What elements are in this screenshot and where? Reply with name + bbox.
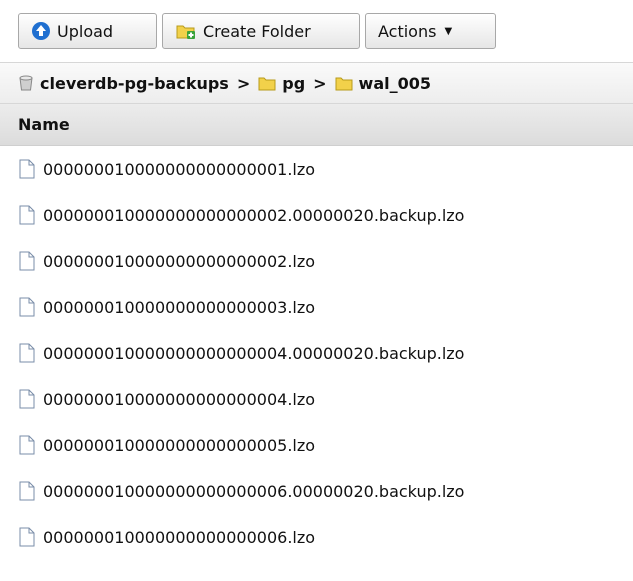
- upload-label: Upload: [57, 21, 114, 41]
- file-row[interactable]: 000000010000000000000002.lzo: [0, 238, 633, 284]
- file-row[interactable]: 000000010000000000000005.lzo: [0, 422, 633, 468]
- file-icon: [19, 343, 35, 363]
- file-name: 000000010000000000000003.lzo: [43, 297, 316, 317]
- create-folder-label: Create Folder: [203, 21, 311, 41]
- file-name: 000000010000000000000005.lzo: [43, 435, 316, 455]
- breadcrumb-folder-pg[interactable]: pg: [282, 74, 305, 93]
- toolbar: Upload Create Folder Actions ▼: [0, 0, 633, 62]
- breadcrumb-bucket[interactable]: cleverdb-pg-backups: [40, 74, 229, 93]
- bucket-icon: [18, 74, 34, 92]
- file-name: 000000010000000000000004.00000020.backup…: [43, 343, 465, 363]
- file-name: 000000010000000000000006.lzo: [43, 527, 316, 547]
- breadcrumb-separator: >: [236, 73, 251, 93]
- file-row[interactable]: 000000010000000000000006.lzo: [0, 514, 633, 560]
- file-icon: [19, 527, 35, 547]
- file-icon: [19, 389, 35, 409]
- upload-button[interactable]: Upload: [18, 13, 157, 49]
- create-folder-button[interactable]: Create Folder: [162, 13, 360, 49]
- file-name: 000000010000000000000002.00000020.backup…: [43, 205, 465, 225]
- file-row[interactable]: 000000010000000000000004.lzo: [0, 376, 633, 422]
- file-icon: [19, 481, 35, 501]
- caret-down-icon: ▼: [444, 25, 453, 37]
- add-folder-icon: [175, 21, 197, 41]
- file-icon: [19, 205, 35, 225]
- file-row[interactable]: 000000010000000000000001.lzo: [0, 146, 633, 192]
- folder-icon: [258, 75, 276, 91]
- file-row[interactable]: 000000010000000000000002.00000020.backup…: [0, 192, 633, 238]
- file-name: 000000010000000000000004.lzo: [43, 389, 316, 409]
- file-icon: [19, 435, 35, 455]
- file-icon: [19, 251, 35, 271]
- breadcrumb: cleverdb-pg-backups > pg > wal_005: [0, 62, 633, 104]
- breadcrumb-folder-wal[interactable]: wal_005: [359, 74, 431, 93]
- file-name: 000000010000000000000002.lzo: [43, 251, 316, 271]
- file-icon: [19, 159, 35, 179]
- file-list: 000000010000000000000001.lzo 00000001000…: [0, 146, 633, 560]
- file-name: 000000010000000000000006.00000020.backup…: [43, 481, 465, 501]
- column-header-name[interactable]: Name: [0, 104, 633, 146]
- file-name: 000000010000000000000001.lzo: [43, 159, 316, 179]
- folder-icon: [335, 75, 353, 91]
- file-row[interactable]: 000000010000000000000004.00000020.backup…: [0, 330, 633, 376]
- file-icon: [19, 297, 35, 317]
- upload-icon: [31, 21, 51, 41]
- actions-dropdown[interactable]: Actions ▼: [365, 13, 496, 49]
- breadcrumb-separator: >: [313, 73, 327, 93]
- file-row[interactable]: 000000010000000000000006.00000020.backup…: [0, 468, 633, 514]
- actions-label: Actions: [378, 21, 437, 41]
- file-row[interactable]: 000000010000000000000003.lzo: [0, 284, 633, 330]
- column-header-label: Name: [18, 115, 70, 134]
